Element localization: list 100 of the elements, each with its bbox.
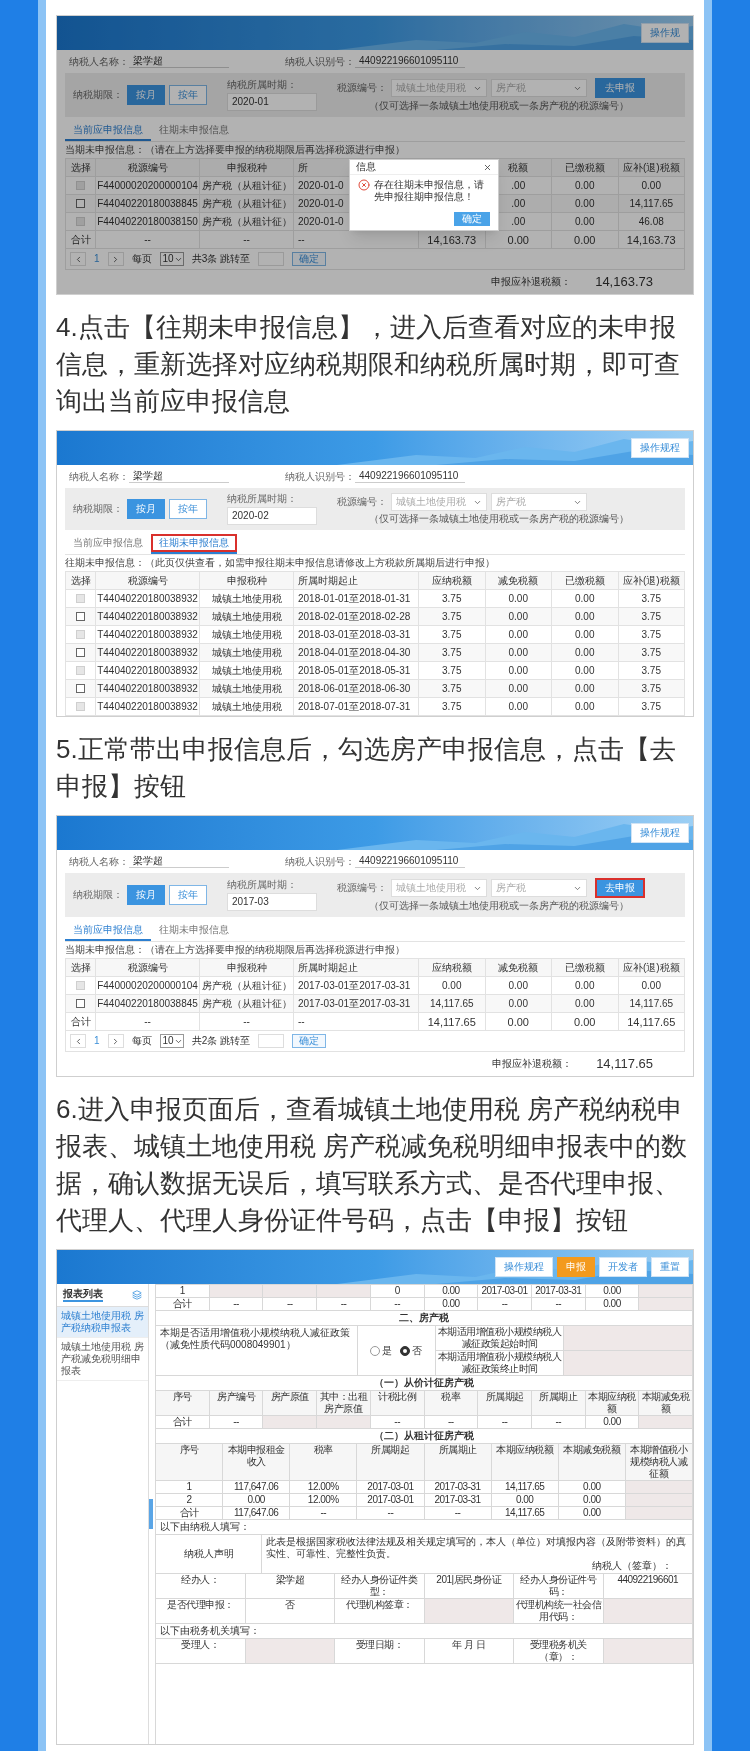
table-cell: --	[478, 1298, 532, 1311]
header-button[interactable]: 操作规	[641, 23, 689, 43]
header-button[interactable]: 开发者	[599, 1257, 647, 1277]
period-button[interactable]: 按年	[169, 499, 207, 519]
table-cell: 14,117.65	[419, 1013, 486, 1031]
header-button[interactable]: 申报	[557, 1257, 595, 1277]
tab[interactable]: 当前应申报信息	[65, 921, 151, 941]
taxpayer-id-field: 440922196601095110	[355, 55, 465, 68]
table-cell: 12.00%	[290, 1494, 358, 1507]
table-cell: --	[317, 1298, 371, 1311]
table-cell: 0.00	[552, 231, 619, 249]
tab[interactable]: 往期未申报信息	[151, 921, 237, 941]
sidebar-item[interactable]: 城镇土地使用税 房产税减免税明细申报表	[57, 1338, 148, 1381]
tab[interactable]: 当前应申报信息	[65, 121, 151, 141]
table-cell: 纳税人声明	[156, 1535, 263, 1574]
tax-source-select[interactable]: 房产税	[491, 493, 587, 511]
previous-page-button[interactable]	[70, 252, 86, 266]
jump-page-field[interactable]	[258, 252, 285, 266]
readonly-field	[317, 1416, 371, 1429]
collapse-handle[interactable]	[149, 1499, 153, 1529]
page-size-select[interactable]: 10	[159, 1034, 184, 1048]
section-title: （二）从租计征房产税	[156, 1429, 693, 1444]
total-amount: 14,163.73	[595, 275, 653, 289]
layers-icon[interactable]	[132, 1290, 142, 1300]
tax-source-select[interactable]: 城镇土地使用税	[391, 879, 487, 897]
next-page-button[interactable]	[107, 252, 124, 266]
go-button[interactable]: 确定	[292, 252, 327, 266]
tab[interactable]: 当前应申报信息	[65, 534, 151, 554]
table-cell: 年 月 日	[424, 1639, 514, 1664]
period-button[interactable]: 按年	[169, 885, 207, 905]
header-button[interactable]: 操作规程	[631, 823, 689, 843]
table-cell: --	[209, 1298, 264, 1311]
jump-page-field[interactable]	[258, 1034, 285, 1048]
sidebar-item[interactable]: 城镇土地使用税 房产税纳税申报表	[57, 1307, 148, 1338]
table-cell: 1	[156, 1285, 210, 1298]
readonly-field	[263, 1416, 318, 1429]
field-label: 纳税期限：	[73, 503, 123, 515]
table-cell: 经办人身份证件号码：	[514, 1574, 604, 1599]
header-button[interactable]: 操作规程	[495, 1257, 553, 1277]
table-cell: 0.00	[485, 698, 552, 716]
tab[interactable]: 往期未申报信息	[151, 121, 237, 141]
close-icon[interactable]	[483, 162, 492, 172]
period-button[interactable]: 按年	[169, 85, 207, 105]
period-button[interactable]: 按月	[127, 85, 165, 105]
column-header: 所属期起	[478, 1391, 532, 1416]
checkbox[interactable]	[76, 648, 85, 657]
per-page-label: 每页	[131, 253, 152, 265]
confirm-button[interactable]: 确定	[454, 212, 490, 226]
checkbox[interactable]	[76, 999, 85, 1008]
tax-period-field[interactable]: 2020-02	[227, 507, 317, 525]
checkbox[interactable]	[76, 612, 85, 621]
header-button[interactable]: 操作规程	[631, 438, 689, 458]
total-label: 申报应补退税额：	[492, 1058, 573, 1070]
table-cell: 0.00	[585, 1285, 640, 1298]
header-button[interactable]: 重置	[651, 1257, 689, 1277]
column-header: 本期应纳税额	[585, 1391, 640, 1416]
tax-period-field[interactable]: 2020-01	[227, 93, 317, 111]
table-cell: --	[478, 1416, 532, 1429]
table-cell: 经办人身份证件类型：	[335, 1574, 425, 1599]
field-label: 税源编号：	[337, 82, 387, 94]
go-button[interactable]: 确定	[292, 1034, 327, 1048]
period-button[interactable]: 按月	[127, 885, 165, 905]
table-cell: 本期是否适用增值税小规模纳税人减征政策（减免性质代码0008049901）	[156, 1326, 358, 1376]
table-cell: --	[200, 231, 294, 249]
table-cell: --	[531, 1298, 586, 1311]
radio-button[interactable]	[400, 1345, 411, 1356]
table-cell: 0.00	[558, 1494, 626, 1507]
page-number[interactable]: 1	[94, 1035, 100, 1047]
tax-period-field[interactable]: 2017-03	[227, 893, 317, 911]
table-cell: 0.00	[223, 1494, 291, 1507]
table-cell: --	[294, 1013, 419, 1031]
period-button[interactable]: 按月	[127, 499, 165, 519]
table-cell: 12.00%	[290, 1481, 358, 1494]
table-cell: 0.00	[552, 698, 619, 716]
field-label: 税源编号：	[337, 496, 387, 508]
page-size-select[interactable]: 10	[159, 252, 184, 266]
tax-source-select[interactable]: 房产税	[491, 879, 587, 897]
radio-button[interactable]	[370, 1345, 381, 1356]
tax-source-select[interactable]: 城镇土地使用税	[391, 493, 487, 511]
table-cell: 2017-03-31	[424, 1494, 492, 1507]
column-header: 税率	[424, 1391, 479, 1416]
table-cell: 代理机构签章：	[335, 1599, 425, 1624]
checkbox[interactable]	[76, 684, 85, 693]
checkbox[interactable]	[76, 199, 85, 208]
declare-button[interactable]: 去申报	[595, 78, 645, 98]
table-cell: 0.00	[491, 1494, 559, 1507]
step-text: 5.正常带出申报信息后，勾选房产申报信息，点击【去申报】按钮	[56, 733, 677, 803]
next-page-button[interactable]	[107, 1034, 124, 1048]
field-label: 纳税人名称：	[69, 855, 129, 868]
tab[interactable]: 往期未申报信息	[151, 534, 237, 554]
table-cell: 117,647.06	[223, 1507, 291, 1520]
table-cell: 受理日期：	[335, 1639, 425, 1664]
table-cell: 2017-03-01	[357, 1481, 425, 1494]
previous-page-button[interactable]	[70, 1034, 86, 1048]
declare-button[interactable]: 去申报	[595, 878, 645, 898]
table-cell: 2017-03-01	[478, 1285, 532, 1298]
column-header: 其中：出租房产原值	[317, 1391, 371, 1416]
table-cell: --	[370, 1416, 425, 1429]
step-text: 4.点击【往期未申报信息】，进入后查看对应的未申报信息，重新选择对应纳税期限和纳税所属时期，即可查询出当前应申报信息	[56, 311, 681, 418]
page-number[interactable]: 1	[94, 253, 100, 265]
